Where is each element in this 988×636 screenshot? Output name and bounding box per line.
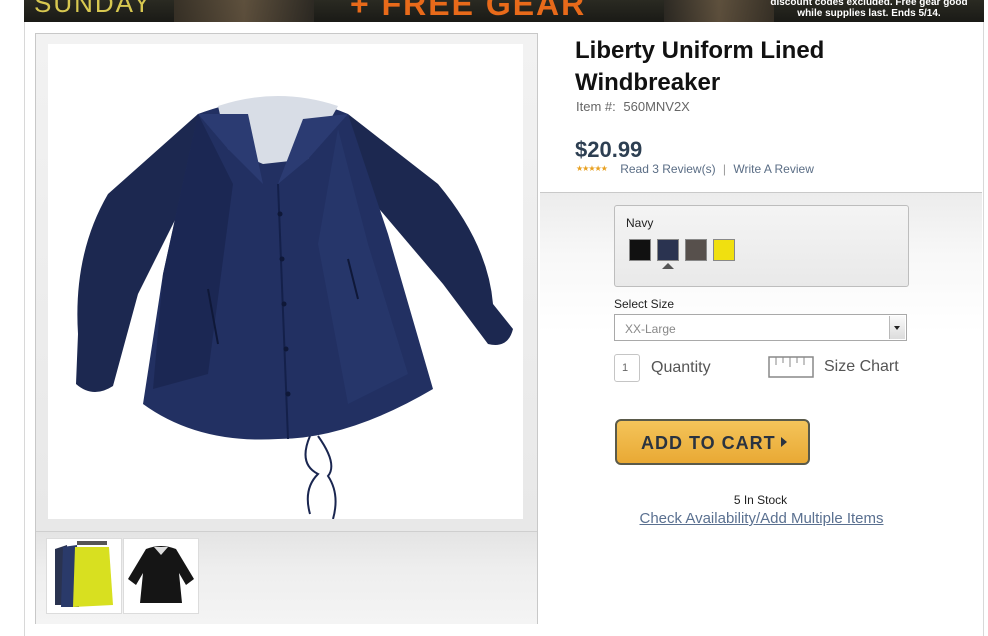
check-availability-link[interactable]: Check Availability/Add Multiple Items	[614, 510, 909, 527]
banner-photo-right	[664, 0, 774, 22]
swatch-navy[interactable]	[657, 239, 679, 261]
review-link-separator: |	[722, 162, 727, 176]
windbreaker-image	[76, 96, 513, 520]
stock-status: 5 In Stock	[733, 493, 788, 507]
banner-fine-print: discount codes excluded. Free gear good …	[764, 0, 974, 19]
selected-color-name: Navy	[626, 216, 654, 230]
add-to-cart-button[interactable]: ADD TO CART	[615, 419, 810, 465]
add-to-cart-label: ADD TO CART	[641, 433, 776, 453]
promo-banner[interactable]: SUNDAY + FREE GEAR discount codes exclud…	[24, 0, 984, 22]
dropdown-arrow-icon[interactable]	[889, 316, 905, 339]
star-rating-icon: ★★★★★	[576, 164, 608, 173]
banner-fine-print-line1: discount codes excluded. Free gear good	[770, 0, 968, 8]
product-image-panel	[35, 33, 538, 624]
black-jacket-thumbnail-image	[128, 546, 194, 603]
banner-left-text: SUNDAY	[34, 0, 153, 18]
quantity-input[interactable]	[614, 354, 640, 382]
swatch-black[interactable]	[629, 239, 651, 261]
quantity-label: Quantity	[651, 359, 711, 376]
banner-photo-left	[174, 0, 314, 22]
color-variants-thumbnail-image	[55, 541, 113, 607]
ruler-icon[interactable]	[768, 355, 814, 379]
banner-headline: + FREE GEAR	[350, 0, 587, 22]
item-number: Item #: 560MNV2X	[576, 99, 690, 114]
item-number-value: 560MNV2X	[623, 99, 690, 114]
read-reviews-link[interactable]: Read 3 Review(s)	[620, 162, 715, 176]
product-price: $20.99	[575, 137, 643, 162]
size-select-value: XX-Large	[625, 322, 676, 336]
thumbnail-black-jacket[interactable]	[123, 538, 199, 614]
thumbnail-color-variants[interactable]	[46, 538, 122, 614]
size-chart-link[interactable]: Size Chart	[824, 358, 899, 376]
selected-swatch-indicator-icon	[662, 263, 674, 269]
item-number-label: Item #:	[576, 99, 616, 114]
thumbnail-strip	[36, 531, 537, 624]
swatch-yellow[interactable]	[713, 239, 735, 261]
main-product-image[interactable]	[48, 44, 523, 520]
chevron-right-icon	[781, 437, 787, 447]
size-select[interactable]: XX-Large	[614, 314, 907, 341]
write-review-link[interactable]: Write A Review	[733, 162, 813, 176]
size-label: Select Size	[614, 297, 675, 311]
rating-row: ★★★★★ Read 3 Review(s) | Write A Review	[576, 162, 814, 176]
banner-fine-print-line2: while supplies last. Ends 5/14.	[797, 8, 941, 19]
product-title: Liberty Uniform Lined Windbreaker	[575, 37, 825, 96]
swatch-charcoal[interactable]	[685, 239, 707, 261]
color-selector: Navy	[614, 205, 909, 287]
